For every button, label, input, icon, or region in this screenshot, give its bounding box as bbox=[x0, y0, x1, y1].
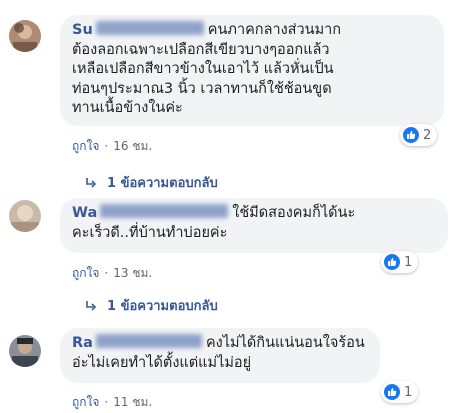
comment-text-line: อ่ะไม่เคยทำได้ตั้งแต่แม่ไม่อยู่ bbox=[72, 354, 252, 371]
reply-arrow-icon bbox=[86, 300, 97, 311]
comment-author[interactable]: Wa bbox=[72, 205, 97, 221]
meta-separator: · bbox=[104, 395, 109, 409]
avatar[interactable] bbox=[9, 335, 41, 367]
thumbs-up-icon bbox=[403, 127, 419, 143]
reaction-count: 2 bbox=[423, 127, 432, 143]
like-link[interactable]: ถูกใจ bbox=[72, 395, 99, 409]
comment-text-line: ต้องลอกเฉพาะเปลือกสีเขียวบางๆออกแล้ว bbox=[72, 41, 330, 58]
comment-time[interactable]: 11 ชม. bbox=[113, 395, 152, 409]
comment-text-line: คะเร็วดี..ที่บ้านทำบ่อยค่ะ bbox=[72, 224, 228, 241]
view-replies-link[interactable]: 1 ข้อความตอบกลับ bbox=[85, 172, 218, 193]
meta-separator: · bbox=[104, 139, 109, 153]
replies-label: 1 ข้อความตอบกลับ bbox=[107, 299, 218, 314]
comment-meta: ถูกใจ · 11 ชม. bbox=[72, 393, 152, 412]
thumbs-up-icon bbox=[384, 384, 400, 400]
reaction-summary[interactable]: 2 bbox=[400, 124, 438, 146]
blurred-author-name bbox=[95, 21, 204, 35]
comment-text-line: คงไม่ได้กินแน่นอนใจร้อน bbox=[205, 335, 365, 351]
like-link[interactable]: ถูกใจ bbox=[72, 266, 99, 280]
comment-time[interactable]: 16 ชม. bbox=[113, 139, 152, 153]
comment-text-line: คนภาคกลางส่วนมาก bbox=[207, 22, 342, 38]
comment-text-line: ใช้มีดสองคมก็ได้นะ bbox=[232, 205, 356, 221]
comment-text-line: ทานเนื้อข้างในค่ะ bbox=[72, 100, 183, 116]
reaction-count: 1 bbox=[404, 254, 413, 270]
comment-text-line: ท่อนๆประมาณ3 นิ้ว เวลาทานก็ใช้ช้อนขูด bbox=[72, 80, 332, 97]
comment-time[interactable]: 13 ชม. bbox=[113, 266, 152, 280]
reaction-count: 1 bbox=[404, 384, 413, 400]
replies-label: 1 ข้อความตอบกลับ bbox=[107, 176, 218, 191]
comment-bubble: Su คนภาคกลางส่วนมาก ต้องลอกเฉพาะเปลือกสีเ… bbox=[60, 15, 444, 126]
avatar[interactable] bbox=[9, 200, 41, 232]
like-link[interactable]: ถูกใจ bbox=[72, 139, 99, 153]
comment-author[interactable]: Su bbox=[72, 22, 93, 38]
blurred-author-name bbox=[95, 334, 202, 348]
reply-arrow-icon bbox=[86, 177, 97, 188]
view-replies-link[interactable]: 1 ข้อความตอบกลับ bbox=[85, 295, 218, 316]
comment-text-line: เหลือเปลือกสีขาวข้างในเอาไว้ แล้วหั่นเป็… bbox=[72, 61, 334, 77]
comment-meta: ถูกใจ · 13 ชม. bbox=[72, 264, 152, 283]
avatar[interactable] bbox=[9, 20, 41, 52]
reaction-summary[interactable]: 1 bbox=[381, 251, 419, 273]
blurred-author-name bbox=[100, 204, 229, 218]
comment-meta: ถูกใจ · 16 ชม. bbox=[72, 137, 152, 156]
reaction-summary[interactable]: 1 bbox=[381, 381, 419, 403]
comment-author[interactable]: Ra bbox=[72, 335, 93, 351]
comment-bubble: Wa ใช้มีดสองคมก็ได้นะ คะเร็วดี..ที่บ้านทำ… bbox=[60, 198, 448, 253]
comment-bubble: Ra คงไม่ได้กินแน่นอนใจร้อน อ่ะไม่เคยทำได้… bbox=[60, 328, 380, 383]
thumbs-up-icon bbox=[384, 254, 400, 270]
meta-separator: · bbox=[104, 266, 109, 280]
